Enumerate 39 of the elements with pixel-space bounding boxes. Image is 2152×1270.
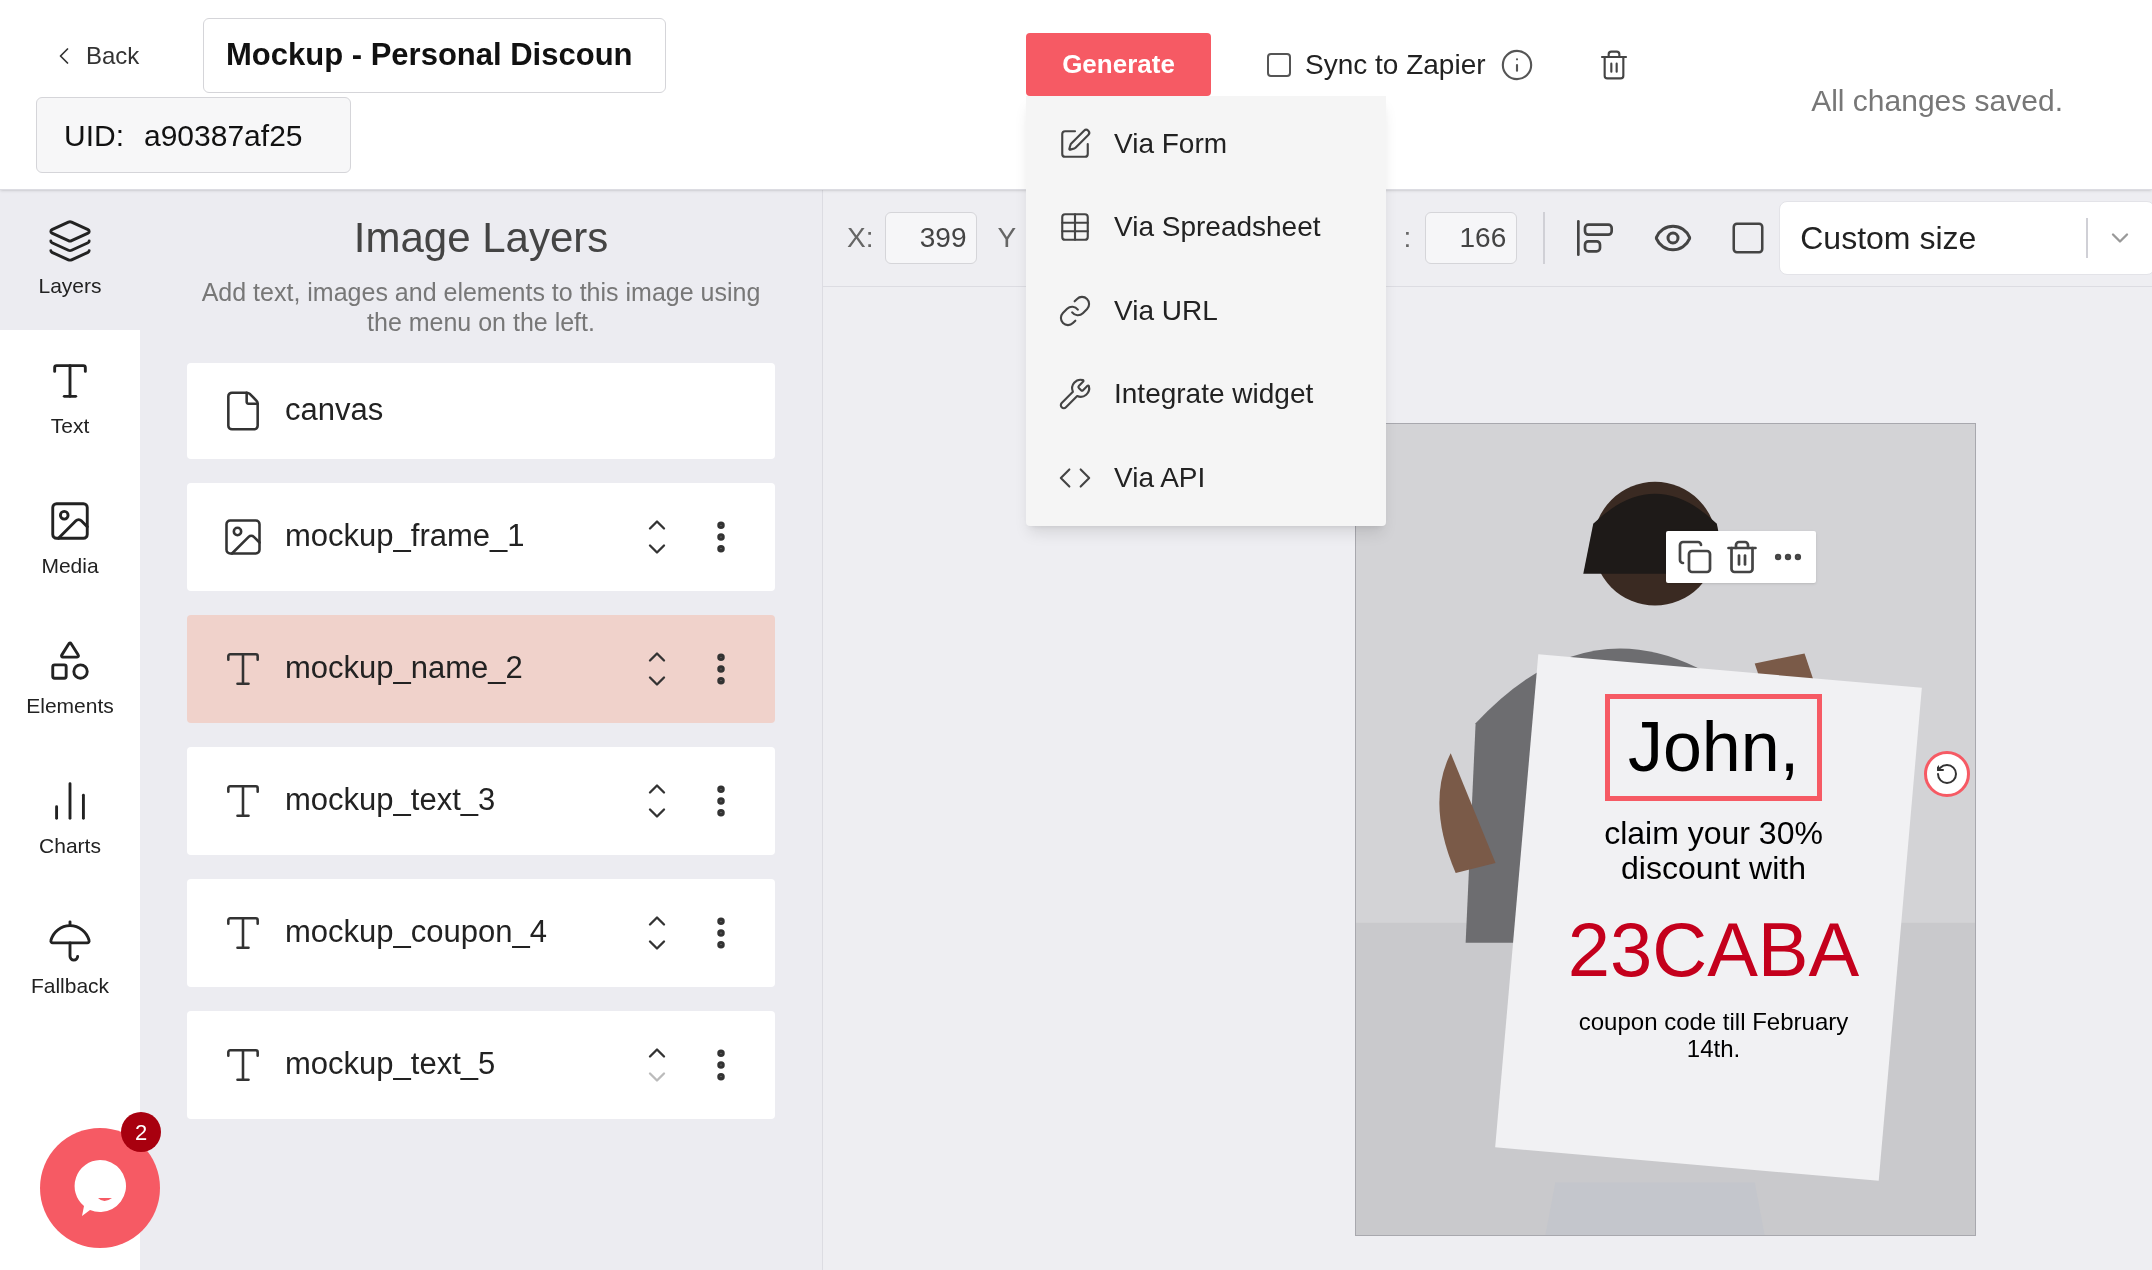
layer-row[interactable]: mockup_text_5 — [187, 1010, 775, 1119]
edit-icon — [1058, 126, 1092, 161]
sidebar-tab[interactable]: Layers — [0, 190, 140, 330]
layer-row[interactable]: canvas — [187, 362, 775, 459]
link-icon — [1058, 293, 1092, 328]
layer-row[interactable]: mockup_text_3 — [187, 746, 775, 855]
menu-item[interactable]: Via URL — [1026, 269, 1386, 353]
canvas-text[interactable]: claim your 30% discount with — [1568, 810, 1859, 891]
y-label: Y — [997, 221, 1018, 255]
copy-icon[interactable] — [1677, 539, 1714, 575]
uid-field: UID: a90387af25 — [36, 97, 351, 173]
chat-bubble-icon — [72, 1158, 128, 1218]
height-label: : — [1403, 221, 1412, 255]
layer-row[interactable]: mockup_coupon_4 — [187, 878, 775, 987]
layer-row[interactable]: mockup_name_2 — [187, 614, 775, 723]
trash-icon[interactable] — [1724, 539, 1760, 575]
title-field[interactable]: Mockup - Personal Discoun — [203, 18, 666, 93]
canvas-text[interactable]: 23CABA — [1544, 906, 1883, 993]
menu-item[interactable]: Via API — [1026, 436, 1386, 520]
info-icon[interactable] — [1499, 48, 1534, 82]
sync-checkbox[interactable] — [1267, 53, 1291, 77]
align-icon[interactable] — [1575, 218, 1616, 258]
sync-label: Sync to Zapier — [1305, 48, 1486, 82]
panel-title: Image Layers — [353, 213, 609, 263]
canvas-text[interactable]: John, — [1604, 694, 1823, 801]
wrench-icon — [1058, 377, 1092, 412]
panel-hint: Add text, images and elements to this image using the menu on the left. — [201, 276, 761, 337]
x-label: X: — [847, 221, 874, 255]
canvas-text[interactable]: coupon code till February 14th. — [1553, 1002, 1874, 1069]
umbrella-icon — [47, 918, 93, 965]
layers-icon — [47, 218, 93, 265]
height-field[interactable]: 166 — [1425, 212, 1518, 264]
back-button[interactable]: Back — [50, 37, 203, 74]
layer-row[interactable]: mockup_frame_1 — [187, 482, 775, 591]
menu-item[interactable]: Integrate widget — [1026, 352, 1386, 436]
menu-item[interactable]: Via Spreadsheet — [1026, 185, 1386, 269]
menu-item[interactable]: Via Form — [1026, 102, 1386, 186]
x-field[interactable]: 399 — [885, 212, 978, 264]
size-dropdown[interactable]: Custom size — [1779, 201, 2152, 275]
